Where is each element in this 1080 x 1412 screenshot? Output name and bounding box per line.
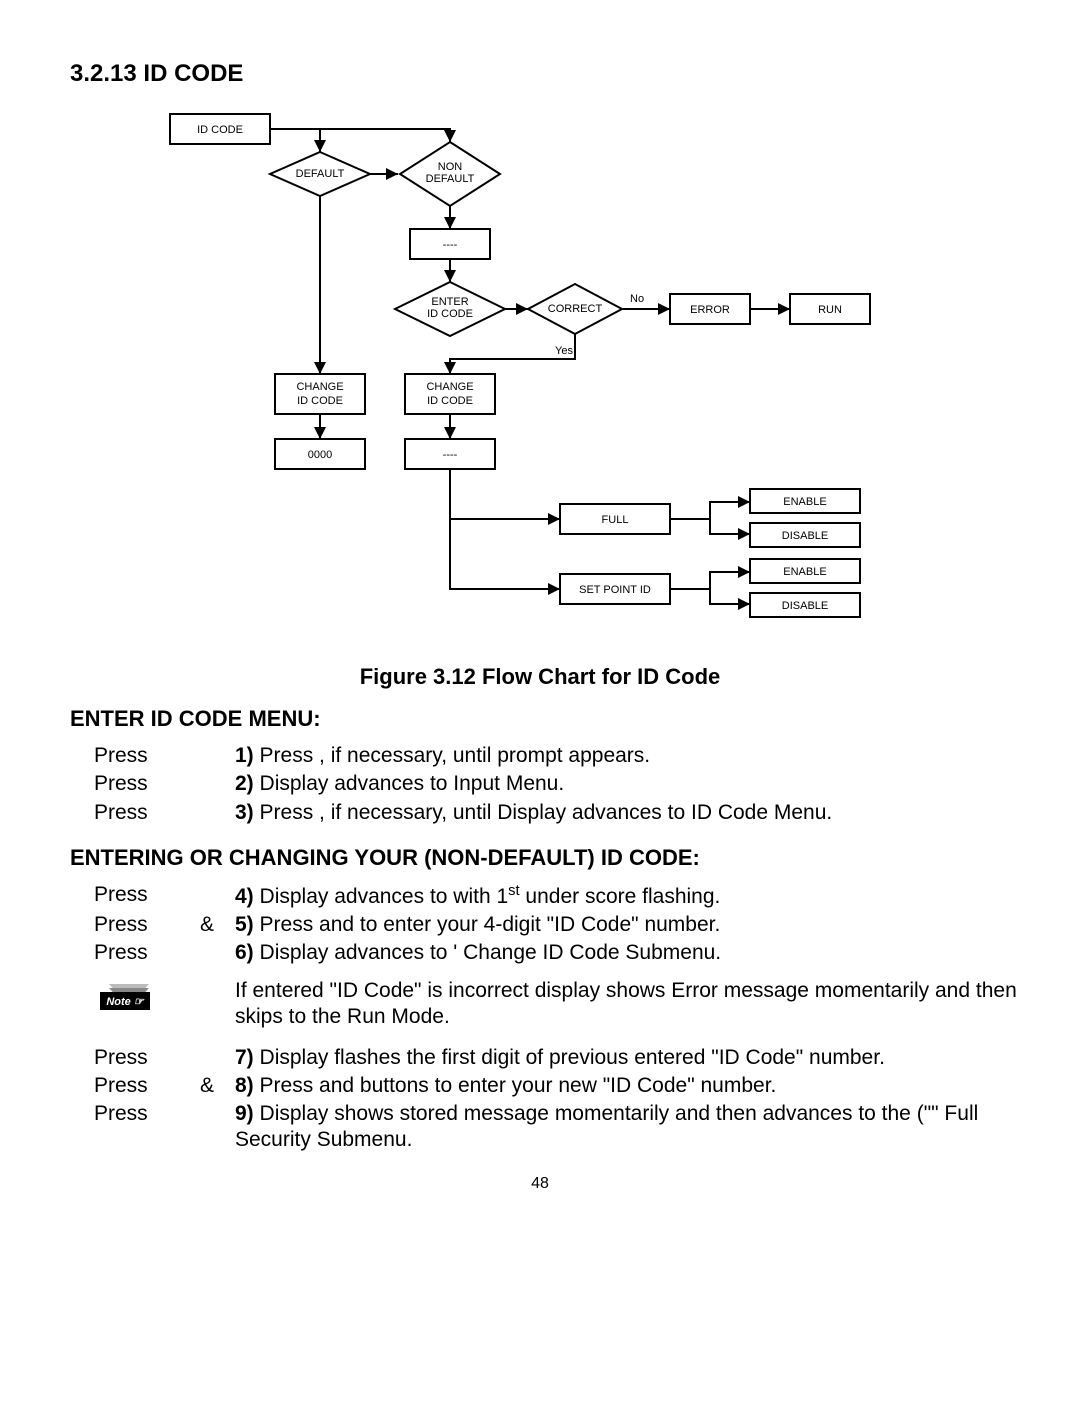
- node-enter2: ID CODE: [427, 308, 473, 320]
- step-text: Press and to enter your 4-digit "ID Code…: [254, 913, 721, 936]
- node-idcode: ID CODE: [197, 124, 243, 136]
- flowchart-figure: .bx{fill:#fff;stroke:#000;stroke-width:2…: [70, 104, 1010, 644]
- superscript: st: [508, 883, 519, 899]
- node-dashes-b: ----: [443, 449, 458, 461]
- step-row: Press 2) Display advances to Input Menu.: [90, 770, 1030, 798]
- edge-no-label: No: [630, 293, 644, 305]
- figure-caption: Figure 3.12 Flow Chart for ID Code: [70, 664, 1010, 690]
- step-row: Press & 5) Press and to enter your 4-dig…: [90, 911, 1030, 939]
- step-row: Press 6) Display advances to ' Change ID…: [90, 939, 1030, 967]
- step-action: Press: [90, 1044, 183, 1072]
- step-row: Press 1) Press , if necessary, until pro…: [90, 742, 1030, 770]
- edge-yes-label: Yes: [555, 345, 573, 357]
- svg-text:Note ☞: Note ☞: [106, 996, 145, 1008]
- step-text: Press , if necessary, until Display adva…: [254, 801, 833, 824]
- node-nondefault-2: DEFAULT: [426, 173, 475, 185]
- section-heading: 3.2.13 ID CODE: [70, 60, 1010, 88]
- node-sp-enable: ENABLE: [783, 566, 826, 578]
- node-enter1: ENTER: [431, 296, 468, 308]
- step-amp: &: [183, 911, 231, 939]
- step-action: Press: [90, 911, 183, 939]
- node-change-a1: CHANGE: [296, 381, 343, 393]
- step-action: Press: [90, 881, 183, 911]
- node-full-disable: DISABLE: [782, 530, 828, 542]
- node-change-a2: ID CODE: [297, 395, 343, 407]
- step-text: Display advances to Input Menu.: [254, 772, 565, 795]
- node-change-b2: ID CODE: [427, 395, 473, 407]
- enter-menu-heading: ENTER ID CODE MENU:: [70, 706, 1010, 732]
- step-text: Display shows stored message momentarily…: [235, 1102, 978, 1151]
- node-full: FULL: [602, 514, 629, 526]
- step-text: Display advances to with 1: [254, 885, 508, 908]
- note-icon: Note ☞: [94, 978, 164, 1034]
- step-action: Press: [90, 1072, 183, 1100]
- note-text: If entered "ID Code" is incorrect displa…: [231, 968, 1030, 1044]
- step-row: Press 7) Display flashes the first digit…: [90, 1044, 1030, 1072]
- step-action: Press: [90, 742, 183, 770]
- step-text-b: under score flashing.: [520, 885, 721, 908]
- page-number: 48: [70, 1175, 1010, 1193]
- step-text: Display advances to ' Change ID Code Sub…: [254, 941, 721, 964]
- node-change-b1: CHANGE: [426, 381, 473, 393]
- steps-table-2: Press 4) Display advances to with 1st un…: [90, 881, 1030, 1155]
- node-nondefault-1: NON: [438, 161, 463, 173]
- step-row: Press 9) Display shows stored message mo…: [90, 1100, 1030, 1155]
- step-amp: &: [183, 1072, 231, 1100]
- step-row: Press 4) Display advances to with 1st un…: [90, 881, 1030, 911]
- step-action: Press: [90, 799, 183, 827]
- note-row: Note ☞ If entered "ID Code" is incorrect…: [90, 968, 1030, 1044]
- step-text: Display flashes the first digit of previ…: [254, 1046, 885, 1069]
- step-row: Press 3) Press , if necessary, until Dis…: [90, 799, 1030, 827]
- step-row: Press & 8) Press and buttons to enter yo…: [90, 1072, 1030, 1100]
- node-default: DEFAULT: [296, 168, 345, 180]
- node-sp-disable: DISABLE: [782, 600, 828, 612]
- node-setpoint: SET POINT ID: [579, 584, 651, 596]
- step-action: Press: [90, 770, 183, 798]
- node-full-enable: ENABLE: [783, 496, 826, 508]
- node-zeros: 0000: [308, 449, 332, 461]
- node-correct: CORRECT: [548, 303, 603, 315]
- node-error: ERROR: [690, 304, 730, 316]
- step-action: Press: [90, 1100, 183, 1155]
- node-run: RUN: [818, 304, 842, 316]
- step-action: Press: [90, 939, 183, 967]
- node-dashes-a: ----: [443, 239, 458, 251]
- step-text: Press , if necessary, until prompt appea…: [254, 744, 650, 767]
- changing-heading: ENTERING OR CHANGING YOUR (NON-DEFAULT) …: [70, 845, 1010, 871]
- steps-table-1: Press 1) Press , if necessary, until pro…: [90, 742, 1030, 827]
- step-text: Press and buttons to enter your new "ID …: [254, 1074, 777, 1097]
